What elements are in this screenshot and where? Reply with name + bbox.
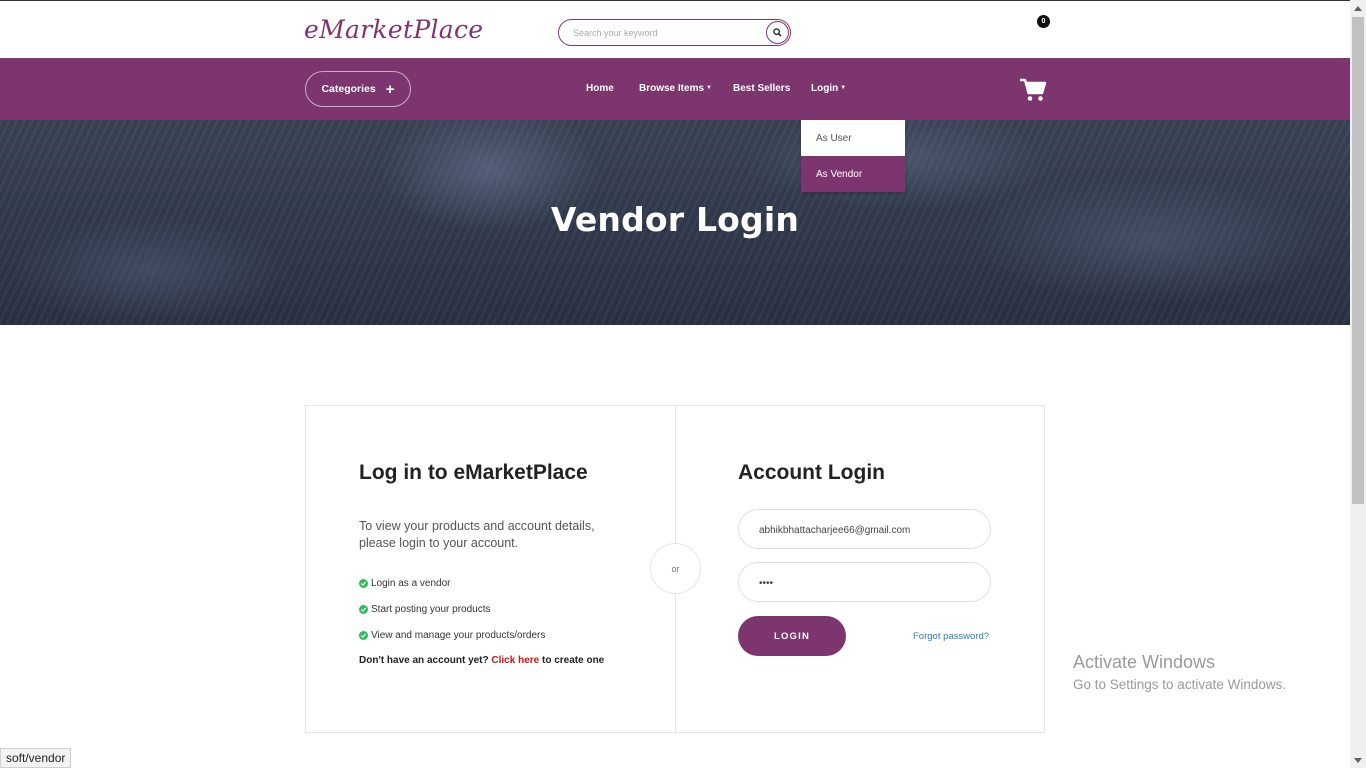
nav-best-sellers-label: Best Sellers bbox=[733, 83, 791, 94]
login-dropdown-menu: As User As Vendor bbox=[801, 120, 905, 192]
status-bar-url: soft/vendor bbox=[0, 748, 72, 768]
account-login-title: Account Login bbox=[738, 461, 885, 484]
nav-login[interactable]: Login ▼ bbox=[811, 83, 846, 94]
page-title: Vendor Login bbox=[550, 200, 800, 239]
check-icon bbox=[359, 579, 368, 588]
email-input[interactable] bbox=[759, 522, 974, 538]
search-input[interactable] bbox=[573, 25, 763, 41]
password-input[interactable] bbox=[759, 575, 974, 591]
check-icon bbox=[359, 631, 368, 640]
search-button[interactable] bbox=[766, 21, 789, 44]
info-title: Log in to eMarketPlace bbox=[359, 461, 588, 484]
categories-label: Categories bbox=[321, 83, 376, 95]
nav-login-label: Login bbox=[811, 83, 839, 94]
cart-icon bbox=[1020, 78, 1047, 101]
forgot-password-link[interactable]: Forgot password? bbox=[913, 631, 989, 642]
search-icon bbox=[773, 28, 782, 37]
main-navbar: Categories + Home Browse Items ▼ Best Sel… bbox=[0, 58, 1350, 120]
scroll-down-arrow-icon[interactable] bbox=[1350, 752, 1366, 768]
signup-prompt: Don't have an account yet? Click here to… bbox=[359, 655, 604, 666]
caret-down-icon: ▼ bbox=[706, 85, 712, 92]
hero-banner: Vendor Login bbox=[0, 120, 1350, 325]
feature-label: View and manage your products/orders bbox=[371, 630, 546, 641]
dropdown-item-as-user[interactable]: As User bbox=[801, 120, 905, 156]
login-card: or Log in to eMarketPlace To view your p… bbox=[305, 405, 1045, 734]
caret-down-icon: ▼ bbox=[840, 85, 847, 92]
check-icon bbox=[359, 605, 368, 614]
site-header: eMarketPlace bbox=[0, 1, 1350, 58]
scrollbar-thumb[interactable] bbox=[1352, 17, 1364, 504]
nav-home[interactable]: Home bbox=[586, 83, 614, 94]
signup-prefix: Don't have an account yet? bbox=[359, 655, 489, 666]
scroll-up-arrow-icon[interactable] bbox=[1350, 0, 1366, 16]
or-separator: or bbox=[650, 543, 701, 594]
signup-suffix: to create one bbox=[542, 655, 605, 666]
page: eMarketPlace Categories + Home Browse It… bbox=[0, 0, 1366, 768]
activate-windows-subtitle: Go to Settings to activate Windows. bbox=[1073, 677, 1287, 692]
dropdown-item-as-vendor[interactable]: As Vendor bbox=[801, 156, 905, 192]
email-field[interactable] bbox=[738, 509, 991, 549]
feature-item: Start posting your products bbox=[359, 604, 491, 615]
cart-button[interactable] bbox=[1019, 77, 1047, 103]
feature-item: View and manage your products/orders bbox=[359, 630, 545, 641]
categories-button[interactable]: Categories + bbox=[305, 71, 411, 107]
plus-icon: + bbox=[385, 80, 395, 98]
feature-label: Login as a vendor bbox=[371, 578, 451, 589]
signup-link[interactable]: Click here bbox=[491, 655, 539, 666]
cart-count-badge: 0 bbox=[1037, 15, 1050, 28]
nav-browse-label: Browse Items bbox=[639, 83, 705, 94]
site-logo[interactable]: eMarketPlace bbox=[304, 15, 483, 44]
search-bar bbox=[558, 19, 791, 46]
nav-browse-items[interactable]: Browse Items ▼ bbox=[639, 83, 712, 94]
info-description: To view your products and account detail… bbox=[359, 519, 595, 550]
feature-item: Login as a vendor bbox=[359, 578, 451, 589]
password-field[interactable] bbox=[738, 562, 991, 602]
nav-best-sellers[interactable]: Best Sellers bbox=[733, 83, 790, 94]
activate-windows-title: Activate Windows bbox=[1073, 652, 1216, 672]
feature-label: Start posting your products bbox=[371, 604, 491, 615]
nav-home-label: Home bbox=[586, 83, 614, 94]
login-button[interactable]: LOGIN bbox=[738, 616, 846, 656]
vertical-scrollbar[interactable] bbox=[1350, 0, 1366, 768]
